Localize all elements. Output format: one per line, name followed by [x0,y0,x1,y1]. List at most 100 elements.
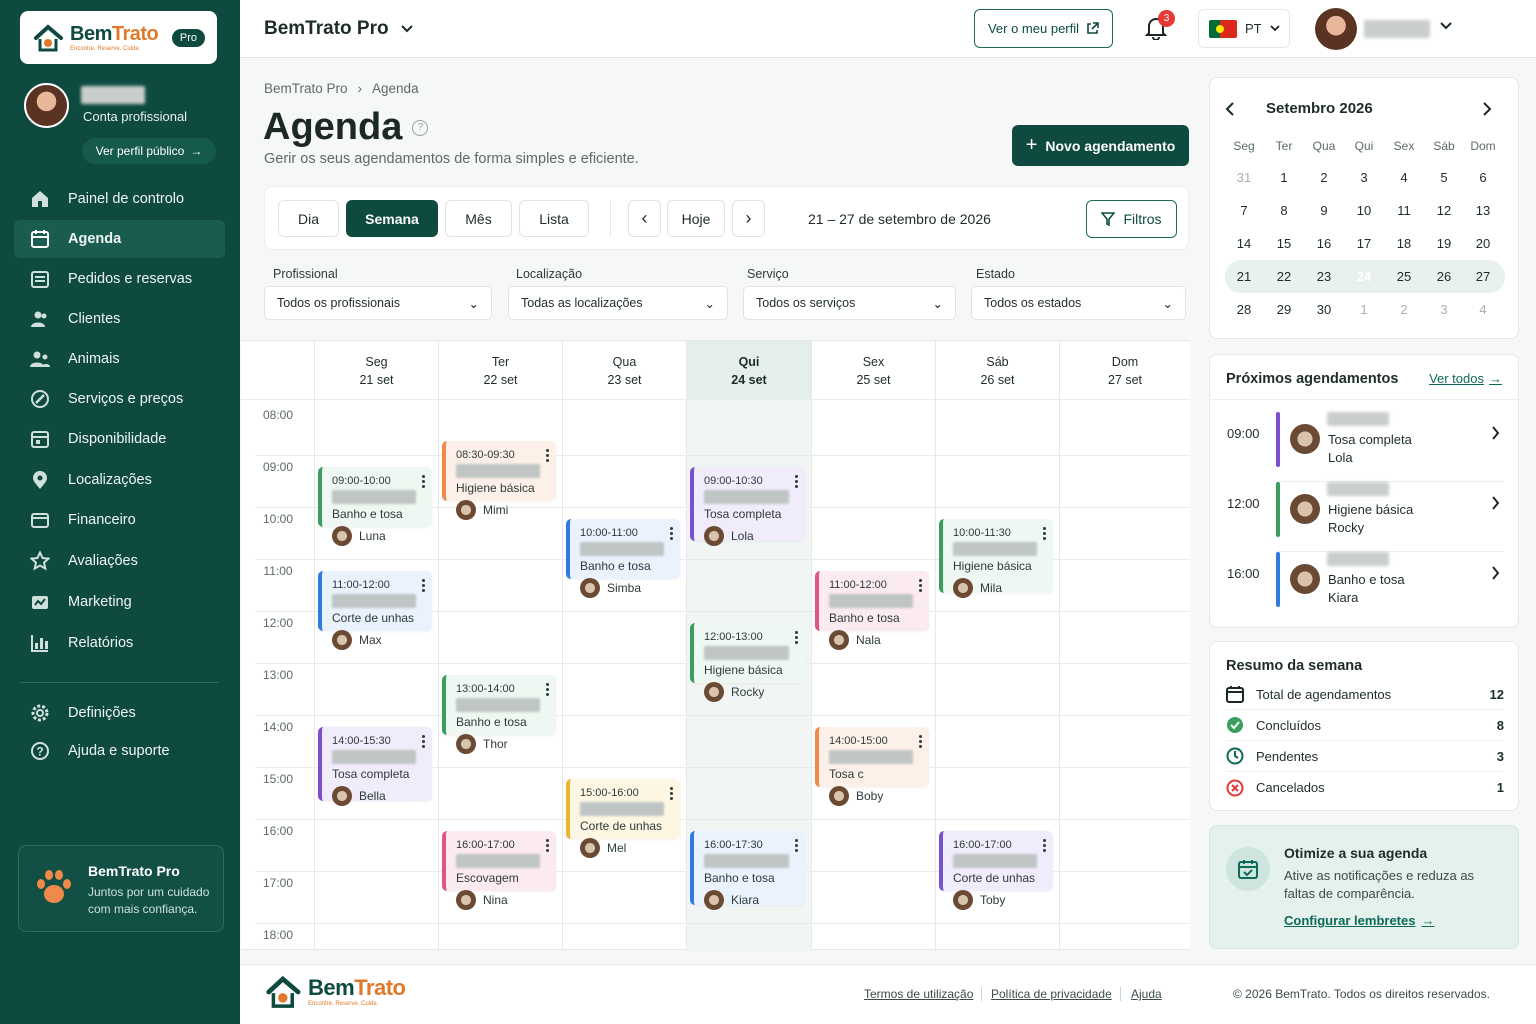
mini-calendar-day[interactable]: 5 [1424,161,1464,194]
more-options-icon[interactable] [546,449,549,464]
mini-calendar-day[interactable]: 12 [1424,194,1464,227]
more-options-icon[interactable] [919,735,922,750]
mini-calendar-day[interactable]: 4 [1384,161,1424,194]
day-header[interactable]: Sex 25 set [811,341,935,399]
mini-calendar-day[interactable]: 28 [1224,293,1264,326]
brand-logo[interactable]: BemTrato Encontre. Reserve. Cuide. Pro [20,11,217,64]
mini-calendar-day[interactable]: 22 [1264,260,1304,293]
appointment-card[interactable]: 09:00-10:30 Tosa completa Lola [690,467,805,546]
language-select[interactable]: PT [1198,9,1290,48]
mini-calendar-day[interactable]: 29 [1264,293,1304,326]
appointment-card[interactable]: 16:00-17:30 Banho e tosa Kiara [690,831,805,910]
mini-calendar-day[interactable]: 24 [1344,260,1384,293]
day-header[interactable]: Sáb 26 set [935,341,1059,399]
mini-calendar-day[interactable]: 2 [1304,161,1344,194]
view-list-button[interactable]: Lista [519,200,589,237]
service-select[interactable]: Todos os serviços ⌄ [743,286,956,320]
filters-button[interactable]: Filtros [1086,200,1177,238]
appointment-card[interactable]: 16:00-17:00 Corte de unhas Toby [939,831,1053,910]
mini-calendar-day[interactable]: 3 [1424,293,1464,326]
day-header[interactable]: Qui 24 set [686,341,811,399]
chevron-left-icon[interactable] [1224,102,1236,116]
sidebar-item-relatorios[interactable]: Relatórios [14,624,225,662]
day-header[interactable]: Qua 23 set [562,341,686,399]
mini-calendar-day[interactable]: 21 [1224,260,1264,293]
upcoming-item[interactable]: 16:00 Banho e tosa Kiara [1210,552,1520,622]
appointment-card[interactable]: 11:00-12:00 Corte de unhas Max [318,571,432,650]
mini-calendar-day[interactable]: 16 [1304,227,1344,260]
terms-link[interactable]: Termos de utilização [864,987,973,1001]
location-select[interactable]: Todas as localizações ⌄ [508,286,728,320]
mini-calendar-day[interactable]: 30 [1304,293,1344,326]
more-options-icon[interactable] [1043,839,1046,854]
mini-calendar-day[interactable]: 17 [1344,227,1384,260]
more-options-icon[interactable] [546,683,549,698]
appointment-card[interactable]: 16:00-17:00 Escovagem Nina [442,831,556,910]
mini-calendar-day[interactable]: 27 [1463,260,1503,293]
more-options-icon[interactable] [670,527,673,542]
mini-calendar-day[interactable]: 11 [1384,194,1424,227]
privacy-link[interactable]: Política de privacidade [991,987,1112,1001]
see-all-link[interactable]: Ver todos → [1429,371,1502,386]
appointment-card[interactable]: 11:00-12:00 Banho e tosa Nala [815,571,929,650]
mini-calendar-day[interactable]: 13 [1463,194,1503,227]
today-button[interactable]: Hoje [667,200,725,237]
sidebar-item-servicos[interactable]: Serviços e preços [14,380,225,418]
mini-calendar-day[interactable]: 26 [1424,260,1464,293]
mini-calendar-day[interactable]: 3 [1344,161,1384,194]
mini-calendar-day[interactable]: 18 [1384,227,1424,260]
public-profile-button[interactable]: Ver perfil público → [82,138,216,164]
mini-calendar-day[interactable]: 14 [1224,227,1264,260]
mini-calendar-day[interactable]: 8 [1264,194,1304,227]
view-profile-button[interactable]: Ver o meu perfil [974,9,1113,48]
professional-select[interactable]: Todos os profissionais ⌄ [264,286,492,320]
next-week-button[interactable]: › [732,200,765,237]
more-options-icon[interactable] [919,579,922,594]
mini-calendar-day[interactable]: 1 [1264,161,1304,194]
sidebar-item-disponibilidade[interactable]: Disponibilidade [14,420,225,458]
mini-calendar-day[interactable]: 6 [1463,161,1503,194]
more-options-icon[interactable] [422,579,425,594]
mini-calendar-day[interactable]: 4 [1463,293,1503,326]
mini-calendar-day[interactable]: 9 [1304,194,1344,227]
sidebar-item-financeiro[interactable]: Financeiro [14,501,225,539]
chevron-right-icon[interactable] [1481,102,1493,116]
sidebar-item-definicoes[interactable]: Definições [14,694,225,732]
user-avatar[interactable] [1315,8,1357,50]
chevron-down-icon[interactable] [1440,22,1452,30]
breadcrumb-home[interactable]: BemTrato Pro [264,81,348,96]
status-select[interactable]: Todos os estados ⌄ [971,286,1186,320]
more-options-icon[interactable] [795,475,798,490]
appointment-card[interactable]: 12:00-13:00 Higiene básica Rocky [690,623,805,702]
appointment-card[interactable]: 09:00-10:00 Banho e tosa Luna [318,467,432,546]
sidebar-item-pedidos[interactable]: Pedidos e reservas [14,260,225,298]
mini-calendar-day[interactable]: 25 [1384,260,1424,293]
day-header[interactable]: Ter 22 set [438,341,562,399]
new-appointment-button[interactable]: + Novo agendamento [1012,125,1189,166]
day-header[interactable]: Dom 27 set [1059,341,1190,399]
appointment-card[interactable]: 10:00-11:00 Banho e tosa Simba [566,519,680,598]
sidebar-item-painel[interactable]: Painel de controlo [14,180,225,218]
sidebar-item-agenda[interactable]: Agenda [14,220,225,258]
more-options-icon[interactable] [670,787,673,802]
more-options-icon[interactable] [422,735,425,750]
appointment-card[interactable]: 13:00-14:00 Banho e tosa Thor [442,675,556,754]
mini-calendar-day[interactable]: 20 [1463,227,1503,260]
day-header[interactable]: Seg 21 set [314,341,438,399]
more-options-icon[interactable] [795,839,798,854]
sidebar-item-avaliacoes[interactable]: Avaliações [14,542,225,580]
appointment-card[interactable]: 10:00-11:30 Higiene básica Mila [939,519,1053,598]
app-switcher[interactable]: BemTrato Pro [264,18,413,40]
appointment-card[interactable]: 14:00-15:00 Tosa c Boby [815,727,929,806]
mini-calendar-day[interactable]: 31 [1224,161,1264,194]
more-options-icon[interactable] [422,475,425,490]
view-week-button[interactable]: Semana [346,200,438,237]
upcoming-item[interactable]: 09:00 Tosa completa Lola [1210,412,1520,482]
avatar[interactable] [24,83,69,128]
sidebar-item-animais[interactable]: Animais [14,340,225,378]
help-icon[interactable]: ? [412,119,429,136]
view-month-button[interactable]: Mês [445,200,512,237]
sidebar-item-localizacoes[interactable]: Localizações [14,461,225,499]
view-day-button[interactable]: Dia [278,200,339,237]
mini-calendar-day[interactable]: 19 [1424,227,1464,260]
